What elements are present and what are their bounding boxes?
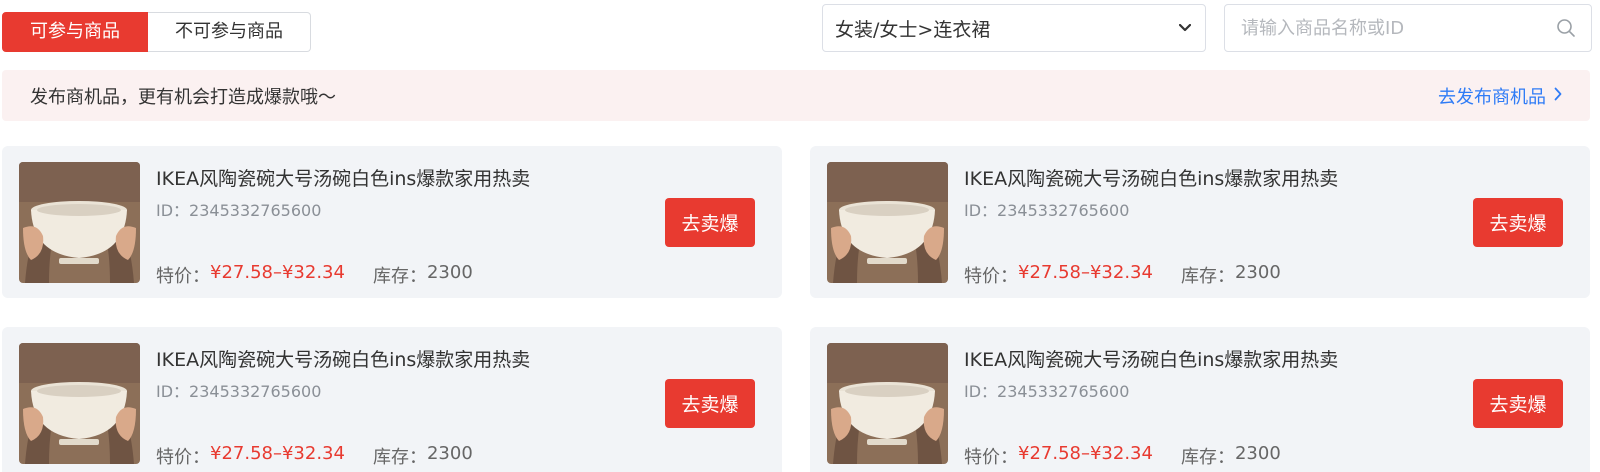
price-value: ¥27.58–¥32.34 [210, 443, 345, 464]
product-id-value: 2345332765600 [997, 382, 1130, 401]
product-id-value: 2345332765600 [189, 382, 322, 401]
stock-label: 库存： [372, 447, 427, 468]
tab-group: 可参与商品 不可参与商品 [2, 12, 311, 52]
product-image [19, 343, 140, 464]
stock-value: 2300 [426, 262, 473, 283]
price-value: ¥27.58–¥32.34 [1018, 443, 1153, 464]
product-id-value: 2345332765600 [189, 201, 322, 220]
product-title: IKEA风陶瓷碗大号汤碗白色ins爆款家用热卖 [964, 168, 1339, 190]
go-sell-button[interactable]: 去卖爆 [665, 198, 755, 247]
tab-ineligible-products[interactable]: 不可参与商品 [148, 12, 311, 52]
chevron-right-icon [1554, 85, 1562, 106]
product-id-label: ID： [156, 201, 190, 220]
product-card: IKEA风陶瓷碗大号汤碗白色ins爆款家用热卖 ID：2345332765600… [810, 146, 1590, 298]
product-id-value: 2345332765600 [997, 201, 1130, 220]
search-box [1224, 4, 1592, 52]
price-value: ¥27.58–¥32.34 [1018, 262, 1153, 283]
stock-value: 2300 [1234, 262, 1281, 283]
product-id-label: ID： [964, 382, 998, 401]
stock-value: 2300 [1234, 443, 1281, 464]
price-label: 特价： [156, 266, 210, 287]
price-label: 特价： [964, 447, 1018, 468]
go-sell-button[interactable]: 去卖爆 [665, 379, 755, 428]
price-label: 特价： [964, 266, 1018, 287]
product-card: IKEA风陶瓷碗大号汤碗白色ins爆款家用热卖 ID：2345332765600… [810, 327, 1590, 472]
product-meta: 特价： ¥27.58–¥32.34 库存： 2300 [156, 443, 473, 469]
chevron-down-icon [1177, 20, 1193, 36]
product-id-label: ID： [964, 201, 998, 220]
publish-opportunity-link[interactable]: 去发布商机品 [1438, 83, 1562, 109]
product-id: ID：2345332765600 [156, 197, 321, 221]
product-meta: 特价： ¥27.58–¥32.34 库存： 2300 [156, 262, 473, 288]
stock-label: 库存： [372, 266, 427, 287]
product-title: IKEA风陶瓷碗大号汤碗白色ins爆款家用热卖 [964, 349, 1339, 371]
search-icon[interactable] [1555, 17, 1577, 39]
publish-opportunity-link-label: 去发布商机品 [1438, 86, 1546, 108]
product-id: ID：2345332765600 [964, 197, 1129, 221]
price-value: ¥27.58–¥32.34 [210, 262, 345, 283]
stock-value: 2300 [426, 443, 473, 464]
product-card: IKEA风陶瓷碗大号汤碗白色ins爆款家用热卖 ID：2345332765600… [2, 327, 782, 472]
go-sell-button[interactable]: 去卖爆 [1473, 379, 1563, 428]
tab-eligible-products[interactable]: 可参与商品 [2, 12, 148, 52]
product-title: IKEA风陶瓷碗大号汤碗白色ins爆款家用热卖 [156, 168, 531, 190]
product-title: IKEA风陶瓷碗大号汤碗白色ins爆款家用热卖 [156, 349, 531, 371]
stock-label: 库存： [1180, 447, 1235, 468]
product-id-label: ID： [156, 382, 190, 401]
category-select[interactable]: 女装/女士>连衣裙 [822, 4, 1206, 52]
banner-message: 发布商机品，更有机会打造成爆款哦～ [30, 86, 336, 108]
product-id: ID：2345332765600 [964, 378, 1129, 402]
product-image [827, 343, 948, 464]
promo-banner: 发布商机品，更有机会打造成爆款哦～ 去发布商机品 [2, 70, 1590, 121]
stock-label: 库存： [1180, 266, 1235, 287]
product-meta: 特价： ¥27.58–¥32.34 库存： 2300 [964, 262, 1281, 288]
product-image [827, 162, 948, 283]
product-image [19, 162, 140, 283]
product-card: IKEA风陶瓷碗大号汤碗白色ins爆款家用热卖 ID：2345332765600… [2, 146, 782, 298]
price-label: 特价： [156, 447, 210, 468]
go-sell-button[interactable]: 去卖爆 [1473, 198, 1563, 247]
category-select-value: 女装/女士>连衣裙 [835, 18, 991, 41]
product-id: ID：2345332765600 [156, 378, 321, 402]
product-meta: 特价： ¥27.58–¥32.34 库存： 2300 [964, 443, 1281, 469]
search-input[interactable] [1241, 17, 1555, 39]
